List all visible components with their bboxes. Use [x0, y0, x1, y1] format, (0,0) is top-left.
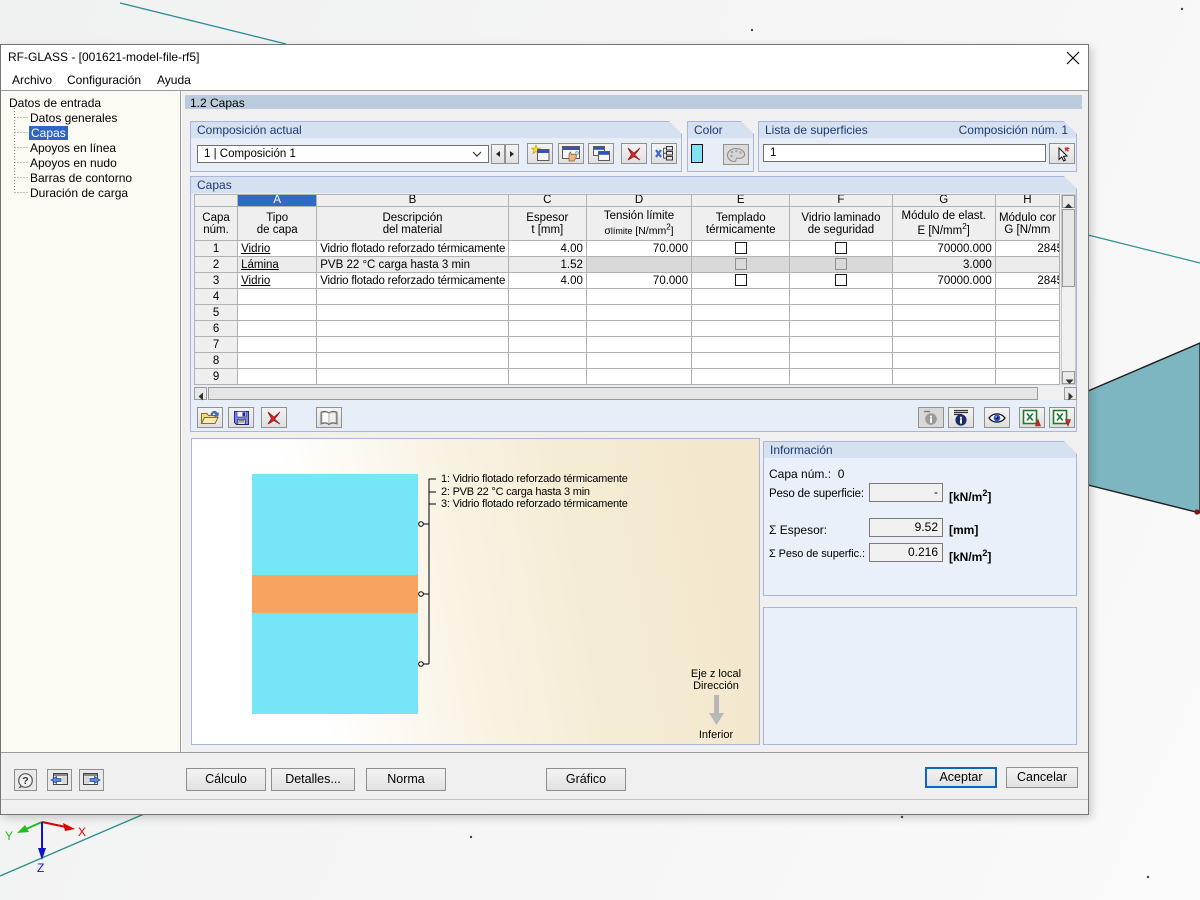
svg-text:X: X: [78, 825, 86, 839]
svg-text:Y: Y: [5, 829, 13, 843]
svg-text:Z: Z: [37, 861, 44, 875]
svg-text:?: ?: [22, 775, 28, 787]
